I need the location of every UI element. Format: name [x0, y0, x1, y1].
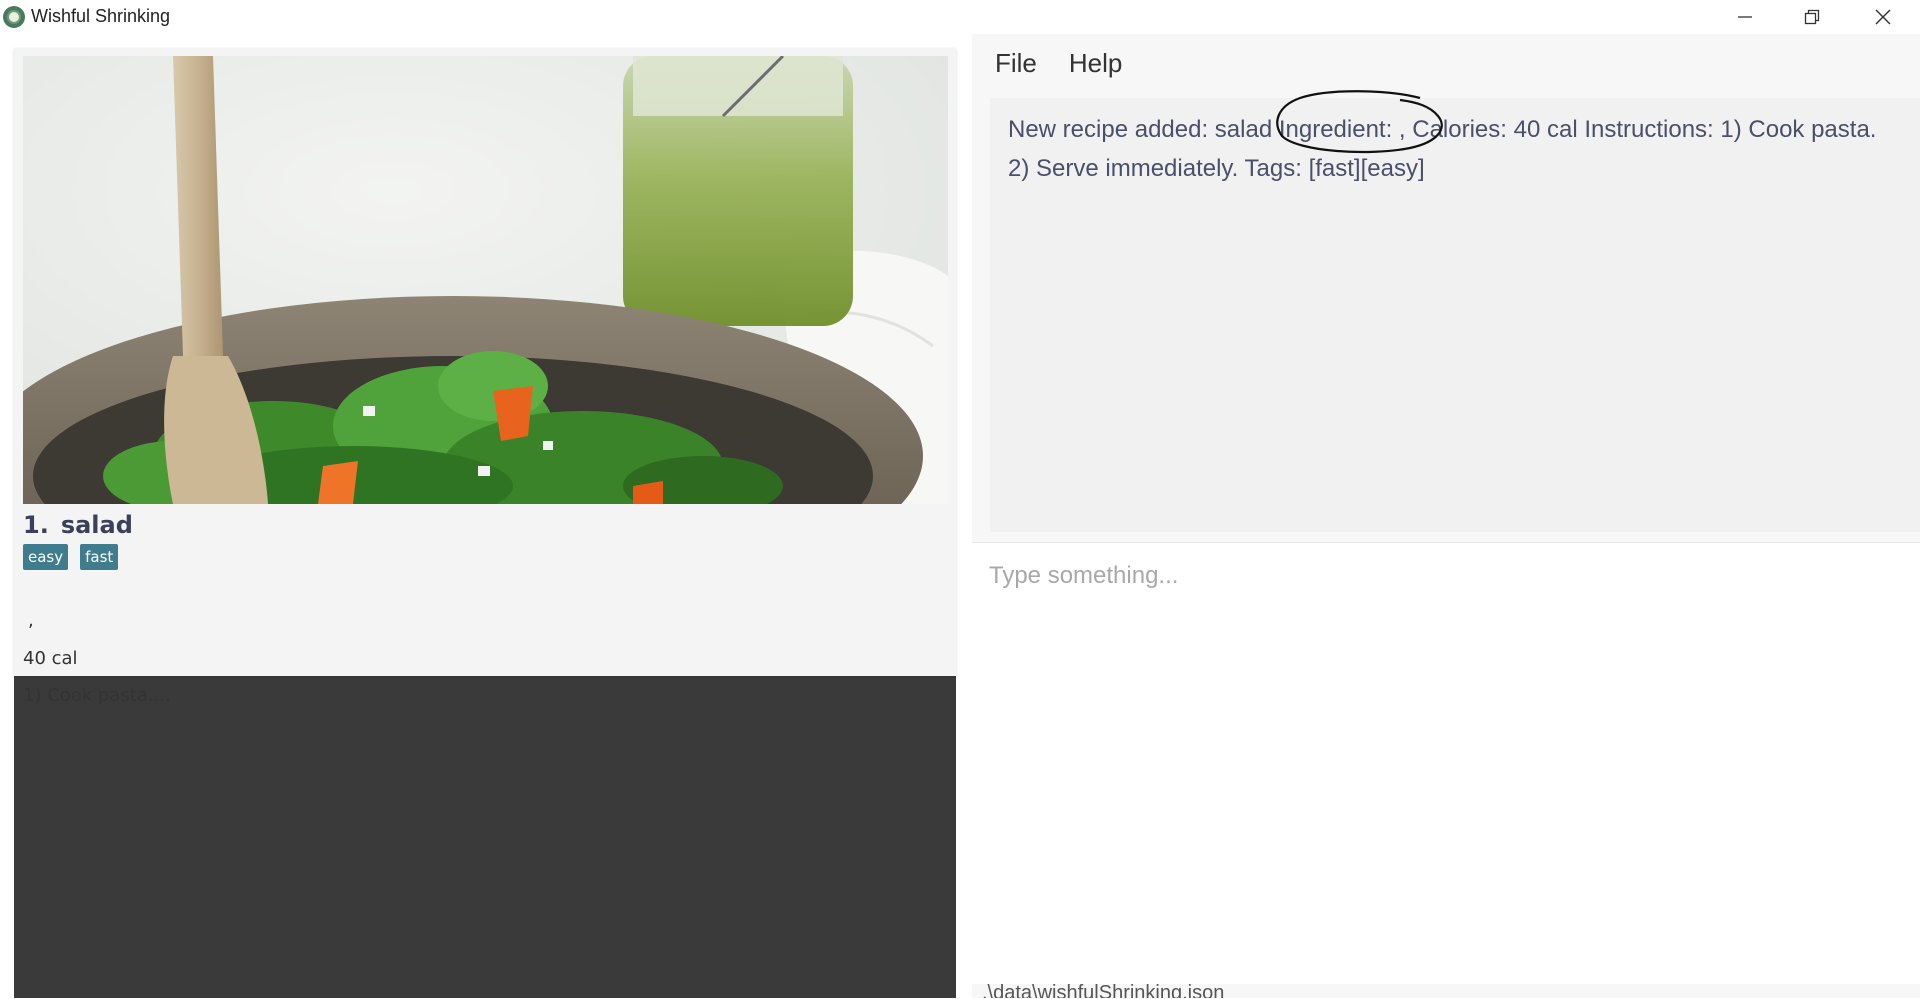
recipe-title: 1. salad	[23, 511, 133, 539]
minimize-icon	[1738, 16, 1752, 18]
tag-list: easy fast	[23, 544, 119, 570]
main-panel: File Help New recipe added: salad Ingred…	[972, 34, 1920, 999]
result-message: New recipe added: salad Ingredient: , Ca…	[1008, 116, 1877, 182]
status-bar: .\data\wishfulShrinking.json	[972, 984, 1920, 998]
save-location: .\data\wishfulShrinking.json	[982, 984, 1225, 998]
close-button[interactable]	[1848, 0, 1918, 34]
tag-badge: fast	[80, 544, 119, 570]
tag-badge: easy	[23, 544, 69, 570]
recipe-index: 1.	[23, 511, 49, 539]
salad-photo	[23, 56, 948, 504]
recipe-name: salad	[60, 511, 133, 539]
recipe-instructions-preview: 1) Cook pasta....	[23, 685, 171, 706]
minimize-button[interactable]	[1710, 0, 1780, 34]
menu-help[interactable]: Help	[1051, 44, 1136, 84]
restore-button[interactable]	[1777, 0, 1847, 34]
recipe-card[interactable]: 1. salad easy fast , 40 cal	[14, 48, 956, 676]
title-bar: Wishful Shrinking	[0, 0, 1920, 34]
recipe-list-panel[interactable]: 1. salad easy fast , 40 cal 1) Cook pasta…	[14, 48, 956, 998]
app-logo-icon	[3, 6, 25, 28]
command-box[interactable]	[972, 542, 1920, 999]
menu-bar: File Help	[972, 44, 1136, 84]
recipe-ingredients: ,	[28, 610, 34, 631]
menu-file[interactable]: File	[972, 44, 1051, 84]
restore-icon	[1804, 9, 1820, 25]
recipe-calories: 40 cal	[23, 648, 78, 669]
close-icon	[1875, 9, 1891, 25]
command-input[interactable]	[987, 555, 1891, 597]
window-title: Wishful Shrinking	[31, 6, 171, 26]
recipe-image	[23, 56, 948, 504]
result-display[interactable]: New recipe added: salad Ingredient: , Ca…	[990, 98, 1920, 532]
